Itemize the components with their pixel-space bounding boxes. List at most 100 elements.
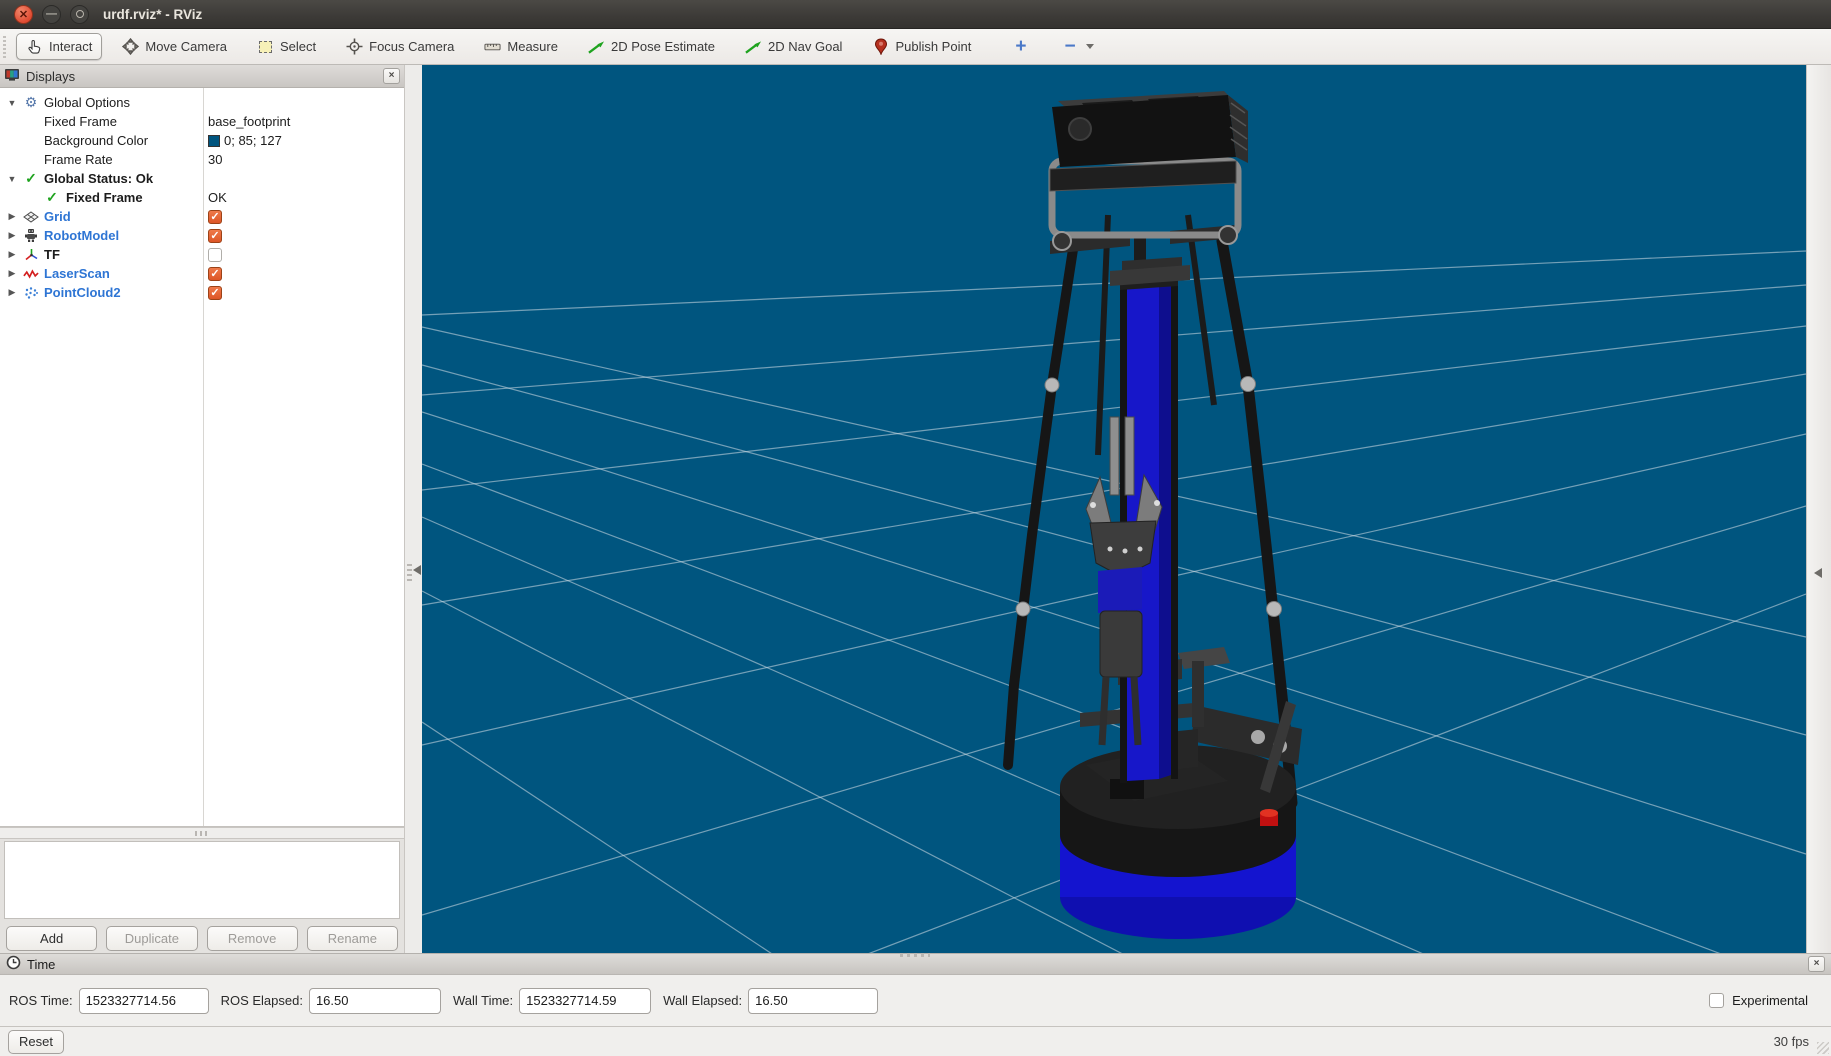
grid-icon xyxy=(23,209,39,225)
displays-close-button[interactable]: × xyxy=(383,68,400,84)
wall-time-input[interactable] xyxy=(519,988,651,1014)
tool-interact[interactable]: Interact xyxy=(16,33,102,60)
expander-icon[interactable]: ▶ xyxy=(6,268,18,279)
toolbar-grip[interactable] xyxy=(3,36,10,58)
window-title: urdf.rviz* - RViz xyxy=(103,7,202,22)
tool-select[interactable]: Select xyxy=(247,33,326,60)
reset-button[interactable]: Reset xyxy=(8,1030,64,1054)
collapse-left-arrow-icon[interactable] xyxy=(413,565,421,575)
move-arrows-icon xyxy=(122,38,139,55)
tool-2d-nav-goal-label: 2D Nav Goal xyxy=(768,39,842,54)
tree-row-fixed-frame-status[interactable]: ✓ Fixed Frame OK xyxy=(0,188,404,207)
time-panel-close-button[interactable]: × xyxy=(1808,956,1825,972)
tree-row-grid[interactable]: ▶ Grid ✓ xyxy=(0,207,404,226)
ros-elapsed-input[interactable] xyxy=(309,988,441,1014)
window-maximize-button[interactable] xyxy=(70,5,89,24)
row-label: Fixed Frame xyxy=(44,114,117,129)
tool-interact-label: Interact xyxy=(49,39,92,54)
minus-icon: − xyxy=(1064,36,1075,58)
tool-publish-point[interactable]: Publish Point xyxy=(862,33,981,60)
expander-icon[interactable]: ▼ xyxy=(6,174,18,184)
laserscan-icon xyxy=(23,266,39,282)
tree-row-pointcloud2[interactable]: ▶ PointCloud2 ✓ xyxy=(0,283,404,302)
tree-row-global-status[interactable]: ▼ ✓ Global Status: Ok xyxy=(0,169,404,188)
laserscan-checkbox[interactable]: ✓ xyxy=(208,267,222,281)
ros-time-field: ROS Time: xyxy=(9,988,209,1014)
displays-panel: Displays × ▼ ⚙ Global Options Fixed Fram… xyxy=(0,65,404,953)
green-arrow-icon xyxy=(588,38,605,55)
remove-tool-button[interactable]: − xyxy=(1054,31,1103,63)
tree-row-frame-rate[interactable]: Frame Rate 30 xyxy=(0,150,404,169)
render-viewport[interactable] xyxy=(422,65,1806,953)
expander-icon[interactable]: ▶ xyxy=(6,287,18,298)
window-close-button[interactable]: ✕ xyxy=(14,5,33,24)
experimental-option: Experimental xyxy=(1709,993,1808,1008)
pointcloud-icon xyxy=(23,285,39,301)
wall-time-field: Wall Time: xyxy=(453,988,651,1014)
tool-2d-pose-estimate[interactable]: 2D Pose Estimate xyxy=(578,33,725,60)
fps-counter: 30 fps xyxy=(1774,1034,1809,1049)
row-value[interactable]: base_footprint xyxy=(208,114,290,129)
hand-icon xyxy=(26,38,43,55)
experimental-checkbox[interactable] xyxy=(1709,993,1724,1008)
tool-move-camera-label: Move Camera xyxy=(145,39,227,54)
tool-2d-nav-goal[interactable]: 2D Nav Goal xyxy=(735,33,852,60)
viewport-time-splitter[interactable] xyxy=(900,953,930,957)
panel-viewport-splitter[interactable] xyxy=(404,65,422,953)
row-label: Background Color xyxy=(44,133,148,148)
robot-model xyxy=(1008,91,1302,939)
grid-checkbox[interactable]: ✓ xyxy=(208,210,222,224)
displays-button-row: Add Duplicate Remove Rename xyxy=(0,923,404,953)
collapse-right-arrow-icon[interactable] xyxy=(1814,568,1822,578)
ros-elapsed-field: ROS Elapsed: xyxy=(221,988,441,1014)
window-minimize-button[interactable]: — xyxy=(42,5,61,24)
tree-row-robotmodel[interactable]: ▶ RobotModel ✓ xyxy=(0,226,404,245)
expander-icon[interactable]: ▶ xyxy=(6,230,18,241)
tool-move-camera[interactable]: Move Camera xyxy=(112,33,237,60)
expander-icon[interactable]: ▶ xyxy=(6,211,18,222)
tree-row-global-options[interactable]: ▼ ⚙ Global Options xyxy=(0,93,404,112)
tool-focus-camera[interactable]: Focus Camera xyxy=(336,33,464,60)
color-value: 0; 85; 127 xyxy=(224,133,282,148)
expander-icon[interactable]: ▶ xyxy=(6,249,18,260)
splitter-grip[interactable] xyxy=(407,563,412,581)
row-label: Grid xyxy=(44,209,71,224)
check-icon: ✓ xyxy=(44,190,60,206)
tree-row-background-color[interactable]: Background Color 0; 85; 127 xyxy=(0,131,404,150)
window-resize-grip[interactable] xyxy=(1817,1042,1829,1054)
add-tool-button[interactable]: + xyxy=(1005,31,1036,63)
row-value[interactable]: 30 xyxy=(208,152,222,167)
duplicate-button[interactable]: Duplicate xyxy=(106,926,197,951)
tree-row-tf[interactable]: ▶ TF xyxy=(0,245,404,264)
displays-panel-title: Displays xyxy=(26,69,75,84)
toolbar: Interact Move Camera Select Focus Camera… xyxy=(0,29,1831,65)
tree-row-laserscan[interactable]: ▶ LaserScan ✓ xyxy=(0,264,404,283)
robotmodel-checkbox[interactable]: ✓ xyxy=(208,229,222,243)
selection-box-icon xyxy=(257,38,274,55)
pointcloud2-checkbox[interactable]: ✓ xyxy=(208,286,222,300)
ruler-icon xyxy=(484,38,501,55)
row-value[interactable]: 0; 85; 127 xyxy=(208,133,282,148)
clock-icon xyxy=(6,955,21,973)
map-pin-icon xyxy=(872,38,889,55)
tool-select-label: Select xyxy=(280,39,316,54)
remove-button[interactable]: Remove xyxy=(207,926,298,951)
row-label: Global Options xyxy=(44,95,130,110)
tool-measure[interactable]: Measure xyxy=(474,33,568,60)
expander-icon[interactable]: ▼ xyxy=(6,98,18,108)
rename-button[interactable]: Rename xyxy=(307,926,398,951)
color-swatch xyxy=(208,135,220,147)
tree-row-fixed-frame[interactable]: Fixed Frame base_footprint xyxy=(0,112,404,131)
wall-elapsed-input[interactable] xyxy=(748,988,878,1014)
displays-description-splitter[interactable] xyxy=(0,827,404,839)
row-label: Fixed Frame xyxy=(66,190,143,205)
crosshair-icon xyxy=(346,38,363,55)
tf-checkbox[interactable] xyxy=(208,248,222,262)
check-icon: ✓ xyxy=(23,171,39,187)
tool-focus-camera-label: Focus Camera xyxy=(369,39,454,54)
ros-time-input[interactable] xyxy=(79,988,209,1014)
right-panel-strip[interactable] xyxy=(1806,65,1831,953)
add-button[interactable]: Add xyxy=(6,926,97,951)
tool-measure-label: Measure xyxy=(507,39,558,54)
chevron-down-icon[interactable] xyxy=(1086,44,1094,49)
